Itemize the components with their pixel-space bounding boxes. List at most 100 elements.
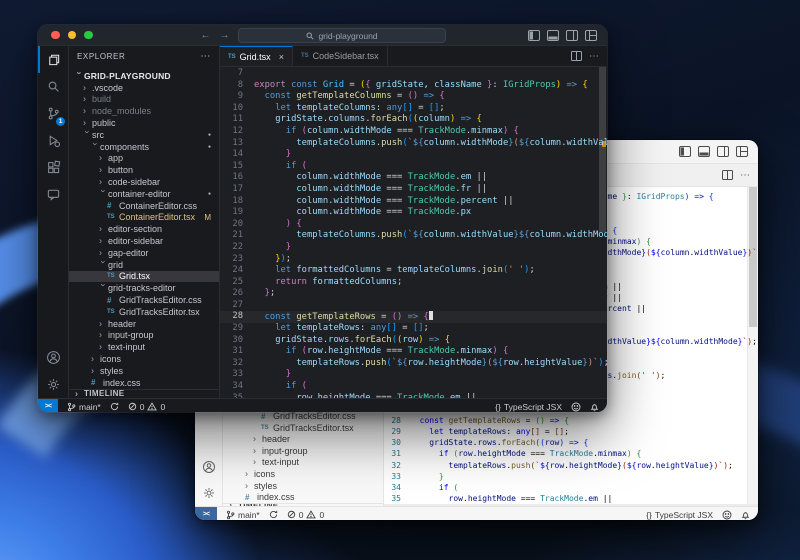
tree-item[interactable]: › header xyxy=(69,318,219,330)
tree-item[interactable]: › .vscode xyxy=(69,82,219,94)
code-line[interactable]: 30 gridState.rows.forEach((row) => { xyxy=(384,437,758,448)
tree-item[interactable]: # GridTracksEditor.css xyxy=(69,294,219,306)
customize-layout-icon[interactable] xyxy=(585,29,597,41)
line-number[interactable]: 25 xyxy=(220,277,254,289)
code-line[interactable]: 20 ) { xyxy=(220,219,607,231)
code-line[interactable]: 27 xyxy=(220,300,607,312)
line-number[interactable]: 19 xyxy=(220,207,254,219)
feedback-item[interactable] xyxy=(571,402,581,412)
extensions-icon[interactable] xyxy=(38,154,68,181)
line-number[interactable]: 22 xyxy=(220,242,254,254)
tree-item[interactable]: › editor-section xyxy=(69,223,219,235)
nav-forward-icon[interactable]: → xyxy=(220,30,230,41)
run-debug-icon[interactable] xyxy=(38,127,68,154)
code-line[interactable]: 11 gridState.columns.forEach((column) =>… xyxy=(220,114,607,126)
code-line[interactable]: 32 templateRows.push(`${row.heightMode}(… xyxy=(384,460,758,471)
git-branch-item[interactable]: main* xyxy=(67,402,101,412)
tree-item[interactable]: › button xyxy=(69,164,219,176)
code-line[interactable]: 18 column.widthMode === TrackMode.percen… xyxy=(220,196,607,208)
minimize-window-button[interactable] xyxy=(67,30,76,40)
line-number[interactable]: 17 xyxy=(220,184,254,196)
code-line[interactable]: 22 } xyxy=(220,242,607,254)
tree-item[interactable]: ›grid-tracks-editor xyxy=(69,282,219,294)
command-center-search[interactable]: grid-playground xyxy=(238,28,446,43)
settings-gear-icon[interactable] xyxy=(38,371,68,398)
code-line[interactable]: 8export const Grid = ({ gridState, class… xyxy=(220,80,607,92)
code-line[interactable]: 33 } xyxy=(220,369,607,381)
notifications-bell-icon[interactable] xyxy=(741,510,750,520)
settings-gear-icon[interactable] xyxy=(195,480,222,506)
tree-item[interactable]: › code-sidebar xyxy=(69,176,219,188)
code-line[interactable]: 31 if (row.heightMode === TrackMode.minm… xyxy=(384,448,758,459)
code-line[interactable]: 35 row.heightMode === TrackMode.em || xyxy=(384,493,758,504)
tree-item[interactable]: › gap-editor xyxy=(69,247,219,259)
toggle-secondary-sidebar-icon[interactable] xyxy=(717,146,729,157)
tree-item[interactable]: › header xyxy=(223,433,383,445)
line-number[interactable]: 36 xyxy=(384,504,410,506)
problems-item[interactable]: 0 0 xyxy=(128,402,165,412)
code-line[interactable]: 36 row.heightMode === TrackMode.fr || xyxy=(384,504,758,506)
code-line[interactable]: 30 gridState.rows.forEach((row) => { xyxy=(220,335,607,347)
line-number[interactable]: 20 xyxy=(220,219,254,231)
language-mode-item[interactable]: {} TypeScript JSX xyxy=(495,402,562,412)
git-branch-item[interactable]: main* xyxy=(226,510,260,520)
line-number[interactable]: 26 xyxy=(220,288,254,300)
tree-item[interactable]: › styles xyxy=(223,480,383,492)
line-number[interactable]: 34 xyxy=(384,482,410,493)
tree-item[interactable]: › app xyxy=(69,153,219,165)
maximize-window-button[interactable] xyxy=(84,30,93,40)
line-number[interactable]: 24 xyxy=(220,265,254,277)
feedback-item[interactable] xyxy=(722,510,732,520)
tree-item[interactable]: › text-input xyxy=(69,341,219,353)
line-number[interactable]: 28 xyxy=(220,311,254,323)
tree-item[interactable]: # index.css xyxy=(223,491,383,503)
tree-item[interactable]: ›grid xyxy=(69,259,219,271)
notifications-bell-icon[interactable] xyxy=(590,402,599,412)
toggle-panel-icon[interactable] xyxy=(698,146,710,157)
tree-item[interactable]: › text-input xyxy=(223,457,383,469)
line-number[interactable]: 23 xyxy=(220,254,254,266)
line-number[interactable]: 29 xyxy=(384,426,410,437)
close-tab-icon[interactable]: × xyxy=(279,52,284,62)
tree-item[interactable]: › input-group xyxy=(223,445,383,457)
customize-layout-icon[interactable] xyxy=(736,146,748,157)
tab-codesidebar-tsx[interactable]: TS CodeSidebar.tsx xyxy=(293,46,388,66)
code-line[interactable]: 29 let templateRows: any[] = []; xyxy=(384,426,758,437)
code-line[interactable]: 28 const getTemplateRows = () => { xyxy=(384,415,758,426)
tree-item[interactable]: TS ContainerEditor.tsx M xyxy=(69,212,219,224)
code-line[interactable]: 23 }); xyxy=(220,254,607,266)
line-number[interactable]: 30 xyxy=(384,437,410,448)
code-line[interactable]: 25 return formattedColumns; xyxy=(220,277,607,289)
source-control-icon[interactable]: 1 xyxy=(38,100,68,127)
tree-item[interactable]: TS Grid.tsx xyxy=(69,270,219,283)
tree-item[interactable]: › editor-sidebar xyxy=(69,235,219,247)
editor-more-actions-icon[interactable]: ⋯ xyxy=(589,51,599,62)
split-editor-icon[interactable] xyxy=(722,170,733,180)
line-number[interactable]: 34 xyxy=(220,381,254,393)
line-number[interactable]: 28 xyxy=(384,415,410,426)
tree-item[interactable]: ›GRID-PLAYGROUND xyxy=(69,70,219,82)
code-line[interactable]: 33 } xyxy=(384,471,758,482)
code-line[interactable]: 16 column.widthMode === TrackMode.em || xyxy=(220,172,607,184)
problems-item[interactable]: 0 0 xyxy=(287,510,324,520)
code-line[interactable]: 17 column.widthMode === TrackMode.fr || xyxy=(220,184,607,196)
code-line[interactable]: 32 templateRows.push(`${row.heightMode}(… xyxy=(220,358,607,370)
line-number[interactable]: 8 xyxy=(220,80,254,92)
line-number[interactable]: 12 xyxy=(220,126,254,138)
line-number[interactable]: 32 xyxy=(384,460,410,471)
code-line[interactable]: 15 if ( xyxy=(220,161,607,173)
code-line[interactable]: 10 let templateColumns: any[] = []; xyxy=(220,103,607,115)
code-line[interactable]: 34 if ( xyxy=(220,381,607,393)
chat-icon[interactable] xyxy=(38,181,68,208)
line-number[interactable]: 7 xyxy=(220,68,254,80)
tree-item[interactable]: ›components ● xyxy=(69,141,219,153)
tree-item[interactable]: › build xyxy=(69,94,219,106)
line-number[interactable]: 15 xyxy=(220,161,254,173)
line-number[interactable]: 11 xyxy=(220,114,254,126)
code-line[interactable]: 31 if (row.heightMode === TrackMode.minm… xyxy=(220,346,607,358)
line-number[interactable]: 32 xyxy=(220,358,254,370)
timeline-section[interactable]: › TIMELINE xyxy=(223,503,383,506)
line-number[interactable]: 27 xyxy=(220,300,254,312)
code-line[interactable]: 28 const getTemplateRows = () => { xyxy=(220,311,607,324)
code-line[interactable]: 29 let templateRows: any[] = []; xyxy=(220,323,607,335)
